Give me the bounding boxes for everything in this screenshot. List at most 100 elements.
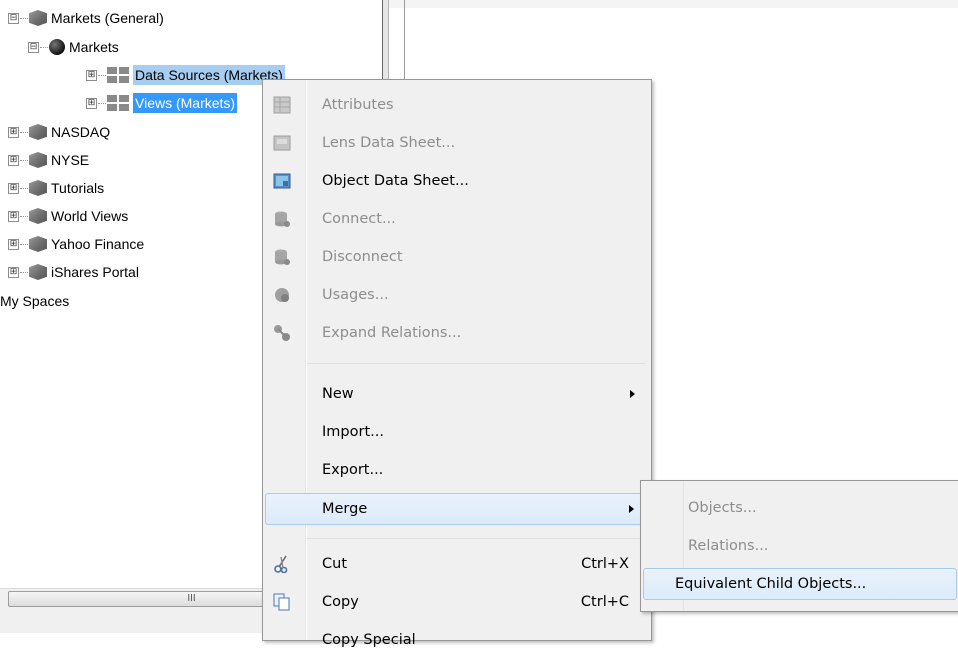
expand-icon[interactable]: ⊞ [8, 154, 19, 166]
menu-item-usages[interactable]: Usages... [265, 280, 647, 310]
tree-node-my-spaces[interactable]: My Spaces [0, 291, 69, 311]
database-disconnect-icon [275, 249, 290, 265]
menu-item-label: Usages... [322, 287, 389, 303]
relations-icon [274, 325, 290, 341]
tree-connector [40, 46, 48, 48]
menu-item-connect[interactable]: Connect... [265, 204, 647, 234]
cube-icon [29, 124, 47, 140]
menu-separator [307, 538, 645, 539]
sphere-icon [49, 39, 65, 55]
menu-item-cut[interactable]: Cut Ctrl+X [265, 549, 647, 579]
lens-sheet-icon [273, 135, 291, 151]
menu-item-import[interactable]: Import... [265, 417, 647, 447]
table-icon [273, 96, 291, 114]
menu-item-new[interactable]: New [265, 379, 647, 409]
tree-connector [20, 187, 28, 189]
menu-item-shortcut: Ctrl+X [581, 556, 629, 572]
grid-icon [107, 67, 129, 83]
menu-item-label: Objects... [688, 500, 757, 516]
object-sheet-icon [273, 173, 291, 189]
menu-item-label: Cut [322, 556, 347, 572]
tree-node-nyse[interactable]: ⊞ NYSE [8, 150, 89, 170]
menu-item-shortcut: Ctrl+C [580, 594, 629, 610]
tree-node-ishares-portal[interactable]: ⊞ iShares Portal [8, 262, 139, 282]
cube-icon [29, 10, 47, 26]
tree-connector [98, 102, 106, 104]
menu-item-object-data-sheet[interactable]: Object Data Sheet... [265, 166, 647, 196]
expand-icon[interactable]: ⊞ [8, 210, 19, 222]
menu-item-label: Copy Special [322, 632, 416, 648]
submenu-item-relations[interactable]: Relations... [643, 531, 957, 561]
menu-item-copy-special[interactable]: Copy Special [265, 625, 647, 655]
context-menu: Attributes Lens Data Sheet... Object Dat… [262, 79, 652, 648]
menu-item-export[interactable]: Export... [265, 455, 647, 485]
menu-item-label: Object Data Sheet... [322, 173, 469, 189]
tree-connector [20, 17, 28, 19]
tree-node-label: Markets (General) [51, 10, 164, 26]
grid-icon [107, 95, 129, 111]
menu-item-disconnect[interactable]: Disconnect [265, 242, 647, 272]
menu-item-label: Equivalent Child Objects... [675, 576, 867, 592]
tree-connector [20, 243, 28, 245]
menu-item-lens-data-sheet[interactable]: Lens Data Sheet... [265, 128, 647, 158]
tree-node-label: Yahoo Finance [51, 236, 145, 252]
menu-item-merge[interactable]: Merge [265, 493, 647, 525]
tree-connector [20, 159, 28, 161]
collapse-icon[interactable]: ⊟ [28, 41, 39, 53]
tree-node-views[interactable]: ⊞ Views (Markets) [86, 93, 238, 113]
menu-separator [307, 363, 645, 364]
expand-icon[interactable]: ⊞ [8, 182, 19, 194]
tree-node-markets[interactable]: ⊟ Markets [28, 37, 119, 57]
expand-icon[interactable]: ⊞ [8, 266, 19, 278]
tree-node-world-views[interactable]: ⊞ World Views [8, 206, 128, 226]
tree-node-label: Views (Markets) [133, 93, 238, 113]
menu-item-label: Connect... [322, 211, 396, 227]
cube-icon [29, 152, 47, 168]
tree-connector [98, 74, 106, 76]
menu-item-expand-relations[interactable]: Expand Relations... [265, 318, 647, 348]
cube-icon [29, 236, 47, 252]
tree-node-label: NASDAQ [51, 124, 111, 140]
tree-node-data-sources[interactable]: ⊞ Data Sources (Markets) [86, 65, 285, 85]
menu-item-label: Copy [322, 594, 359, 610]
scissors-icon [274, 555, 288, 573]
menu-item-label: Import... [322, 424, 384, 440]
usages-icon [275, 288, 289, 302]
database-connect-icon [275, 211, 290, 227]
menu-item-label: Lens Data Sheet... [322, 135, 456, 151]
submenu-arrow-icon [629, 505, 634, 513]
tree-node-nasdaq[interactable]: ⊞ NASDAQ [8, 122, 110, 142]
tree-node-label: NYSE [51, 152, 90, 168]
tree-node-label: My Spaces [0, 293, 70, 309]
copy-icon [273, 593, 290, 611]
expand-icon[interactable]: ⊞ [8, 238, 19, 250]
tree-node-label: Markets [69, 39, 119, 55]
cube-icon [29, 180, 47, 196]
menu-item-label: Expand Relations... [322, 325, 462, 341]
tree-connector [20, 131, 28, 133]
tree-node-label: Tutorials [51, 180, 105, 196]
menu-item-label: Attributes [322, 97, 394, 113]
menu-item-copy[interactable]: Copy Ctrl+C [265, 587, 647, 617]
tree-node-markets-general[interactable]: ⊟ Markets (General) [8, 8, 164, 28]
collapse-icon[interactable]: ⊟ [8, 12, 19, 24]
expand-icon[interactable]: ⊞ [86, 69, 97, 81]
tree-connector [20, 215, 28, 217]
cube-icon [29, 264, 47, 280]
cube-icon [29, 208, 47, 224]
merge-submenu: Objects... Relations... Equivalent Child… [640, 480, 958, 612]
tree-node-tutorials[interactable]: ⊞ Tutorials [8, 178, 104, 198]
expand-icon[interactable]: ⊞ [8, 126, 19, 138]
menu-item-label: Relations... [688, 538, 769, 554]
expand-icon[interactable]: ⊞ [86, 97, 97, 109]
tree-node-label: iShares Portal [51, 264, 139, 280]
menu-item-label: New [322, 386, 354, 402]
tree-node-yahoo-finance[interactable]: ⊞ Yahoo Finance [8, 234, 144, 254]
submenu-item-objects[interactable]: Objects... [643, 493, 957, 523]
menu-item-label: Export... [322, 462, 384, 478]
submenu-arrow-icon [630, 390, 635, 398]
menu-item-label: Merge [322, 501, 368, 517]
menu-item-attributes[interactable]: Attributes [265, 90, 647, 120]
submenu-item-equivalent-child-objects[interactable]: Equivalent Child Objects... [643, 568, 957, 600]
tree-node-label: World Views [51, 208, 129, 224]
